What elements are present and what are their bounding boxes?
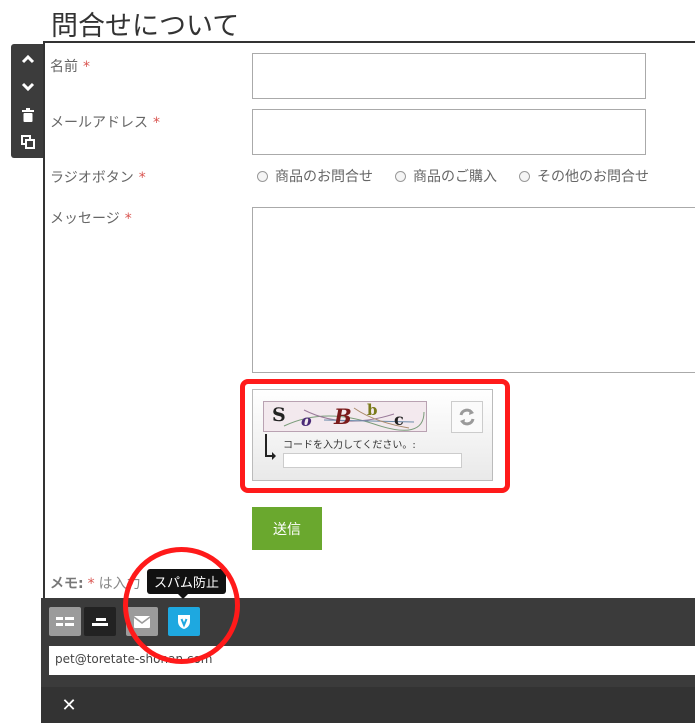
memo-note: メモ: * は入力 — [50, 573, 141, 593]
layout-columns-button[interactable] — [49, 607, 81, 636]
move-down-button[interactable] — [11, 74, 44, 100]
required-mark: * — [83, 59, 90, 75]
move-up-button[interactable] — [11, 46, 44, 72]
radio-label-text: ラジオボタン — [50, 170, 134, 186]
message-label: メッセージ * — [50, 208, 132, 228]
name-input[interactable] — [252, 53, 646, 99]
block-toolbar — [11, 44, 44, 158]
duplicate-button[interactable] — [11, 129, 44, 155]
message-label-text: メッセージ — [50, 211, 120, 227]
name-label-text: 名前 — [50, 59, 78, 75]
message-textarea[interactable] — [252, 207, 695, 373]
page-title: 問合せについて — [51, 11, 240, 42]
required-mark: * — [124, 211, 132, 227]
spam-protection-button[interactable] — [168, 607, 200, 636]
required-mark: * — [153, 115, 160, 131]
radio-option-label: 商品のご購入 — [413, 169, 497, 185]
envelope-icon — [134, 615, 150, 628]
spam-tooltip: スパム防止 — [147, 569, 227, 599]
columns-layout-icon — [56, 616, 74, 626]
radio-button[interactable] — [395, 170, 406, 182]
radio-option-other-inquiry[interactable]: その他のお問合せ — [519, 166, 649, 186]
email-label-text: メールアドレス — [50, 115, 148, 131]
memo-text: は入力 — [98, 576, 141, 592]
radio-group: 商品のお問合せ 商品のご購入 その他のお問合せ — [257, 166, 649, 186]
send-button[interactable]: 送信 — [252, 507, 322, 550]
close-icon: ✕ — [61, 694, 77, 716]
trash-icon — [21, 108, 34, 122]
required-mark: * — [87, 576, 95, 592]
close-button[interactable]: ✕ — [59, 694, 79, 716]
required-mark: * — [138, 170, 146, 186]
memo-prefix: メモ: — [50, 576, 84, 592]
radio-label: ラジオボタン * — [50, 167, 146, 187]
chevron-up-icon — [21, 54, 34, 64]
name-label: 名前 * — [50, 56, 90, 76]
radio-button[interactable] — [257, 170, 268, 182]
captcha-highlight-annotation — [240, 379, 510, 493]
email-settings-button[interactable] — [126, 607, 158, 636]
recipient-email-field[interactable]: pet@toretate-shonan.com — [49, 646, 695, 675]
rows-layout-icon — [92, 617, 108, 626]
radio-option-product-purchase[interactable]: 商品のご購入 — [395, 166, 497, 186]
copy-icon — [20, 135, 35, 149]
shield-icon — [178, 614, 190, 629]
radio-button[interactable] — [519, 170, 530, 182]
delete-button[interactable] — [11, 102, 44, 128]
chevron-down-icon — [21, 82, 34, 92]
email-label: メールアドレス * — [50, 112, 160, 132]
email-input[interactable] — [252, 109, 646, 155]
layout-rows-button[interactable] — [84, 607, 116, 636]
panel-footer: ✕ — [41, 687, 695, 723]
radio-option-label: 商品のお問合せ — [275, 169, 373, 185]
block-settings-bar — [41, 598, 695, 646]
email-settings-row: pet@toretate-shonan.com — [41, 646, 695, 687]
radio-option-label: その他のお問合せ — [537, 169, 649, 185]
radio-option-product-inquiry[interactable]: 商品のお問合せ — [257, 166, 373, 186]
